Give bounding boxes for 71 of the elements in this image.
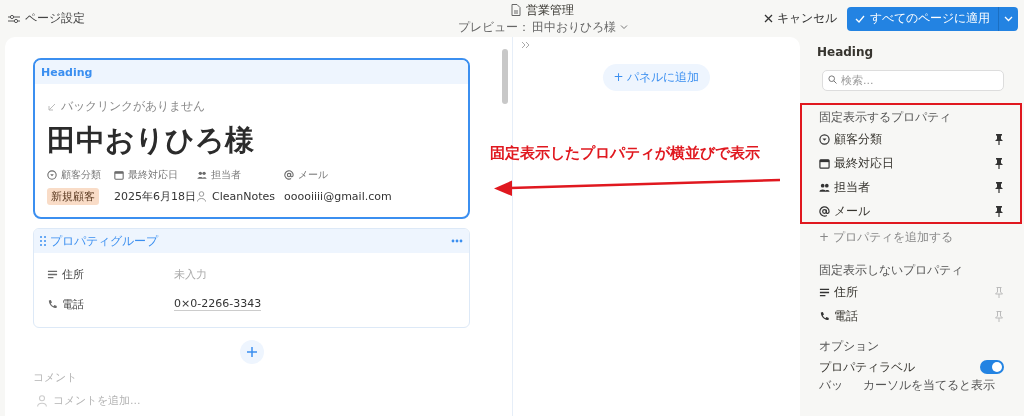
document-title: 営業管理 [526, 1, 574, 19]
property-value: 未入力 [174, 266, 208, 282]
property-item[interactable]: 電話 [834, 308, 990, 324]
property-name: 電話 [62, 296, 84, 312]
check-icon [855, 14, 865, 23]
sliders-icon [8, 13, 20, 24]
option-value[interactable]: カーソルを当てると表示 [863, 378, 995, 392]
section-label: オプション [819, 338, 880, 355]
sidebar-title: Heading [817, 45, 875, 59]
property-name: 担当者 [211, 168, 241, 182]
property-item[interactable]: 担当者 [834, 179, 990, 195]
calendar-icon [819, 157, 830, 169]
toggle-label: プロパティラベル [819, 358, 915, 376]
add-block-button[interactable] [239, 340, 264, 364]
preview-page-dropdown[interactable]: 田中おりひろ様 [531, 18, 628, 36]
lines-icon [819, 286, 830, 298]
lines-icon [47, 268, 58, 280]
plus-icon [246, 347, 257, 357]
pin-icon[interactable] [994, 157, 1004, 169]
at-sign-icon [284, 170, 294, 180]
status-tag: 新規顧客 [47, 188, 99, 205]
property-name: 顧客分類 [61, 168, 101, 182]
property-value: 2025年6月18日 [114, 189, 197, 204]
group-title: プロパティグループ [50, 232, 160, 250]
property-value: CleanNotes [212, 190, 275, 203]
chevron-down-icon [1004, 15, 1013, 22]
pin-icon[interactable] [994, 181, 1004, 193]
chevron-down-icon [619, 24, 628, 30]
phone-icon [47, 298, 58, 310]
search-field[interactable]: 検索... [822, 70, 1004, 91]
option-label: バッ [819, 378, 843, 392]
close-icon [764, 14, 773, 23]
page-title: 田中おりひろ様 [47, 122, 255, 159]
phone-icon [819, 310, 830, 322]
search-icon [828, 75, 837, 84]
property-item[interactable]: 顧客分類 [834, 131, 990, 147]
property-item[interactable]: メール [834, 203, 990, 219]
backlinks-text: バックリンクがありません [61, 98, 205, 115]
property-name: メール [298, 168, 328, 182]
cancel-button[interactable]: キャンセル [764, 10, 837, 27]
person-icon [37, 394, 47, 407]
double-chevron-icon[interactable] [521, 41, 531, 49]
property-item[interactable]: 最終対応日 [834, 155, 990, 171]
pin-icon[interactable] [994, 133, 1004, 145]
toggle-switch[interactable] [980, 360, 1004, 374]
pin-icon[interactable] [994, 205, 1004, 217]
preview-label: プレビュー： [457, 18, 530, 36]
property-value: ooooiiii@gmail.com [284, 190, 393, 203]
annotation-text: 固定表示したプロパティが横並びで表示 [490, 144, 760, 163]
people-icon [819, 181, 830, 193]
heading-block-label: Heading [35, 60, 468, 84]
calendar-icon [114, 170, 124, 180]
document-icon [511, 4, 521, 16]
property-name: 住所 [62, 266, 84, 282]
person-icon [197, 191, 206, 202]
at-sign-icon [819, 205, 830, 217]
drag-handle-icon[interactable] [40, 236, 46, 246]
people-icon [197, 170, 207, 180]
more-icon[interactable] [451, 239, 463, 243]
page-settings-button[interactable]: ページ設定 [8, 10, 85, 27]
property-value: 0×0-2266-3343 [174, 297, 262, 311]
scrollbar-thumb[interactable] [502, 49, 508, 104]
dropdown-circle-icon [819, 133, 830, 145]
property-name: 最終対応日 [128, 168, 178, 182]
section-label: 固定表示するプロパティ [819, 109, 952, 126]
comments-label: コメント [33, 370, 78, 385]
property-item[interactable]: 住所 [834, 284, 990, 300]
dropdown-circle-icon [47, 170, 57, 180]
add-property-button[interactable]: + プロパティを追加する [817, 227, 1004, 247]
section-label: 固定表示しないプロパティ [819, 262, 964, 279]
arrow-icon [47, 101, 57, 112]
